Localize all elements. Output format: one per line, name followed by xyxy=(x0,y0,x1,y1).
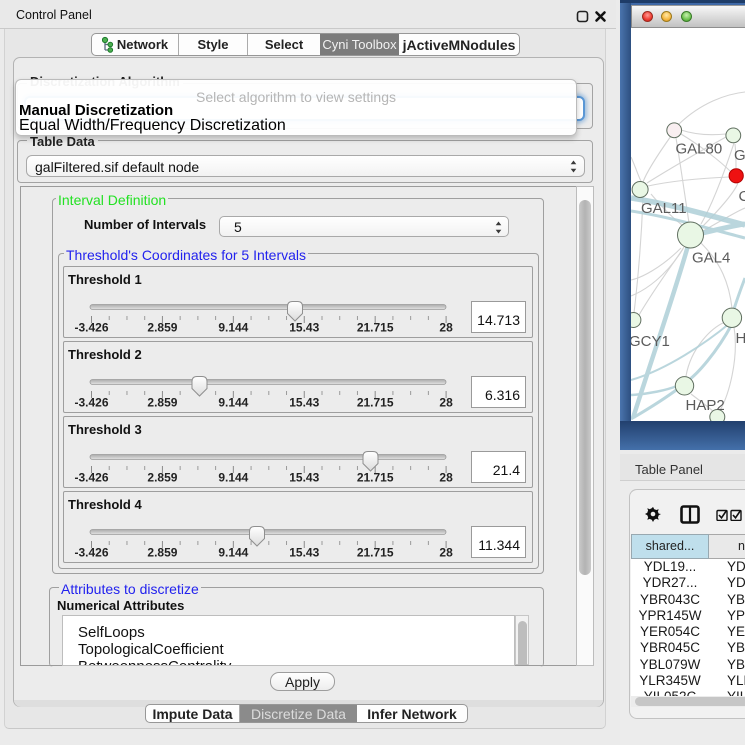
svg-text:GAL11: GAL11 xyxy=(641,200,687,217)
svg-text:2.859: 2.859 xyxy=(147,396,177,410)
svg-text:-3.426: -3.426 xyxy=(74,471,108,485)
svg-text:9.144: 9.144 xyxy=(218,396,248,410)
svg-text:15.43: 15.43 xyxy=(289,321,319,335)
svg-text:2.859: 2.859 xyxy=(147,471,177,485)
svg-text:15.43: 15.43 xyxy=(289,396,319,410)
svg-text:15.43: 15.43 xyxy=(289,471,319,485)
svg-text:21.715: 21.715 xyxy=(357,396,394,410)
svg-text:2.859: 2.859 xyxy=(147,546,177,560)
svg-text:GAL4: GAL4 xyxy=(692,250,730,267)
svg-text:H: H xyxy=(736,330,745,347)
svg-text:-3.426: -3.426 xyxy=(74,321,108,335)
svg-text:9.144: 9.144 xyxy=(218,471,248,485)
svg-text:GCY1: GCY1 xyxy=(631,333,670,350)
svg-text:-3.426: -3.426 xyxy=(74,546,108,560)
svg-text:28: 28 xyxy=(439,396,453,410)
svg-text:GAL80: GAL80 xyxy=(676,141,723,158)
svg-text:C: C xyxy=(739,188,745,205)
svg-text:HAP2: HAP2 xyxy=(686,397,725,414)
svg-text:2.859: 2.859 xyxy=(147,321,177,335)
svg-text:21.715: 21.715 xyxy=(357,546,394,560)
svg-text:-3.426: -3.426 xyxy=(74,396,108,410)
svg-text:GA: GA xyxy=(734,147,745,164)
svg-text:9.144: 9.144 xyxy=(218,321,248,335)
svg-text:28: 28 xyxy=(439,471,453,485)
svg-text:9.144: 9.144 xyxy=(218,546,248,560)
svg-text:21.715: 21.715 xyxy=(357,471,394,485)
svg-text:28: 28 xyxy=(439,321,453,335)
svg-text:28: 28 xyxy=(439,546,453,560)
svg-text:21.715: 21.715 xyxy=(357,321,394,335)
svg-text:15.43: 15.43 xyxy=(289,546,319,560)
